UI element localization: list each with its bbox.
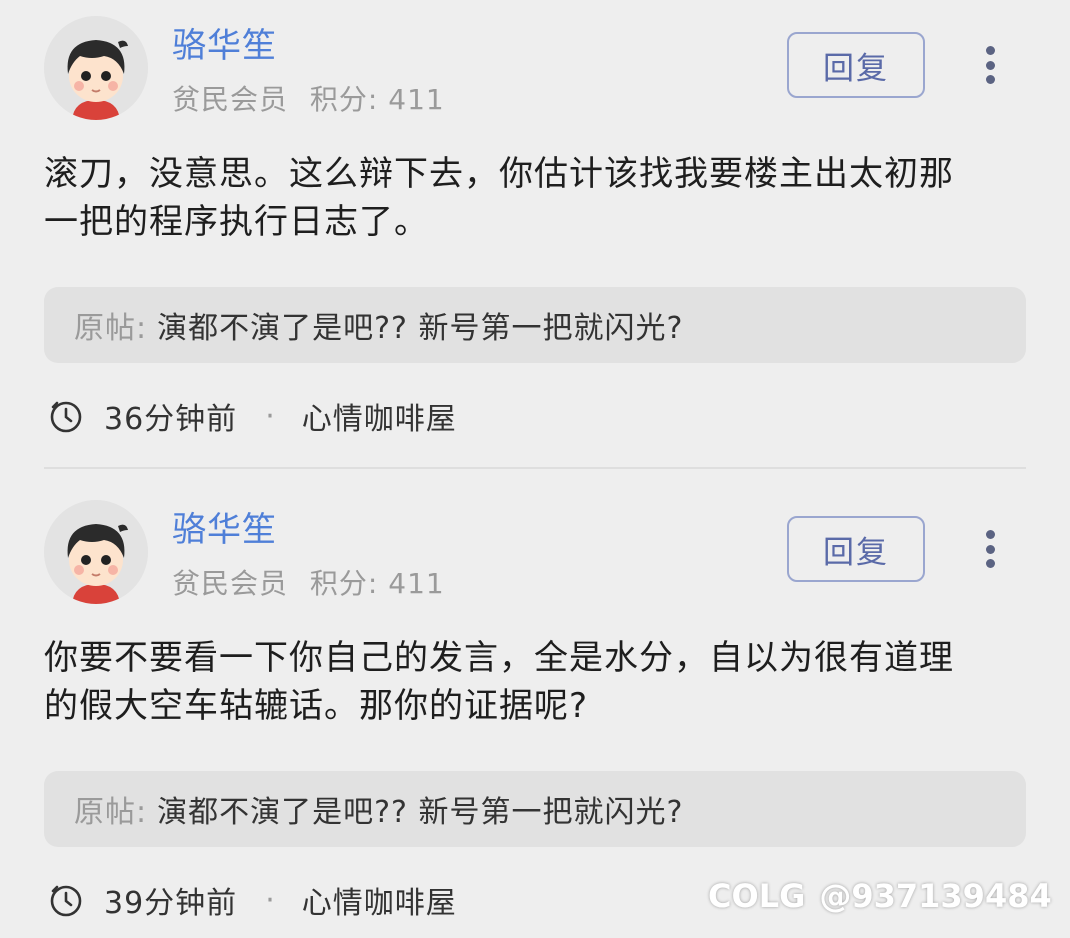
comment-footer: 39分钟前 · 心情咖啡屋 [48, 878, 457, 922]
points-value: 411 [388, 567, 445, 600]
separator: · [265, 882, 276, 918]
user-meta: 贫民会员 积分: 411 [172, 562, 445, 602]
forum-link[interactable]: 心情咖啡屋 [302, 878, 457, 922]
avatar[interactable] [44, 500, 148, 604]
quote-text: 演都不演了是吧?? 新号第一把就闪光? [157, 795, 684, 830]
post-time: 36分钟前 [104, 402, 238, 437]
forum-link[interactable]: 心情咖啡屋 [302, 394, 457, 438]
separator: · [265, 398, 276, 434]
comment-content: 滚刀，没意思。这么辩下去，你估计该找我要楼主出太初那 一把的程序执行日志了。 [44, 150, 1029, 246]
quoted-post[interactable]: 原帖: 演都不演了是吧?? 新号第一把就闪光? [44, 771, 1026, 847]
clock-icon [50, 885, 82, 917]
watermark-logo: COLG [708, 877, 806, 915]
member-level: 贫民会员 [172, 567, 289, 600]
quoted-post[interactable]: 原帖: 演都不演了是吧?? 新号第一把就闪光? [44, 287, 1026, 363]
user-meta: 贫民会员 积分: 411 [172, 78, 445, 118]
post-time: 39分钟前 [104, 886, 238, 921]
quote-text: 演都不演了是吧?? 新号第一把就闪光? [157, 311, 684, 346]
more-vertical-icon[interactable] [972, 40, 1008, 90]
reply-button[interactable]: 回复 [787, 516, 925, 582]
content-line: 滚刀，没意思。这么辩下去，你估计该找我要楼主出太初那 [44, 154, 954, 194]
content-line: 的假大空车轱辘话。那你的证据呢? [44, 686, 589, 726]
divider [44, 467, 1026, 469]
points-value: 411 [388, 83, 445, 116]
comment-card: 骆华笙 贫民会员 积分: 411 回复 你要不要看一下你自己的发言，全是水分，自… [0, 470, 1070, 938]
member-level: 贫民会员 [172, 83, 289, 116]
username[interactable]: 骆华笙 [172, 18, 277, 67]
clock-icon [50, 401, 82, 433]
content-line: 你要不要看一下你自己的发言，全是水分，自以为很有道理 [44, 638, 954, 678]
comment-content: 你要不要看一下你自己的发言，全是水分，自以为很有道理 的假大空车轱辘话。那你的证… [44, 634, 1029, 730]
watermark: COLG @937139484 [708, 872, 1052, 920]
more-vertical-icon[interactable] [972, 524, 1008, 574]
watermark-handle: @937139484 [819, 877, 1052, 915]
content-line: 一把的程序执行日志了。 [44, 202, 429, 242]
username[interactable]: 骆华笙 [172, 502, 277, 551]
comment-footer: 36分钟前 · 心情咖啡屋 [48, 394, 457, 438]
comment-card: 骆华笙 贫民会员 积分: 411 回复 滚刀，没意思。这么辩下去，你估计该找我要… [0, 0, 1070, 469]
points-label: 积分: [309, 567, 379, 600]
reply-button[interactable]: 回复 [787, 32, 925, 98]
quote-prefix: 原帖: [74, 311, 148, 346]
avatar[interactable] [44, 16, 148, 120]
points-label: 积分: [309, 83, 379, 116]
quote-prefix: 原帖: [74, 795, 148, 830]
